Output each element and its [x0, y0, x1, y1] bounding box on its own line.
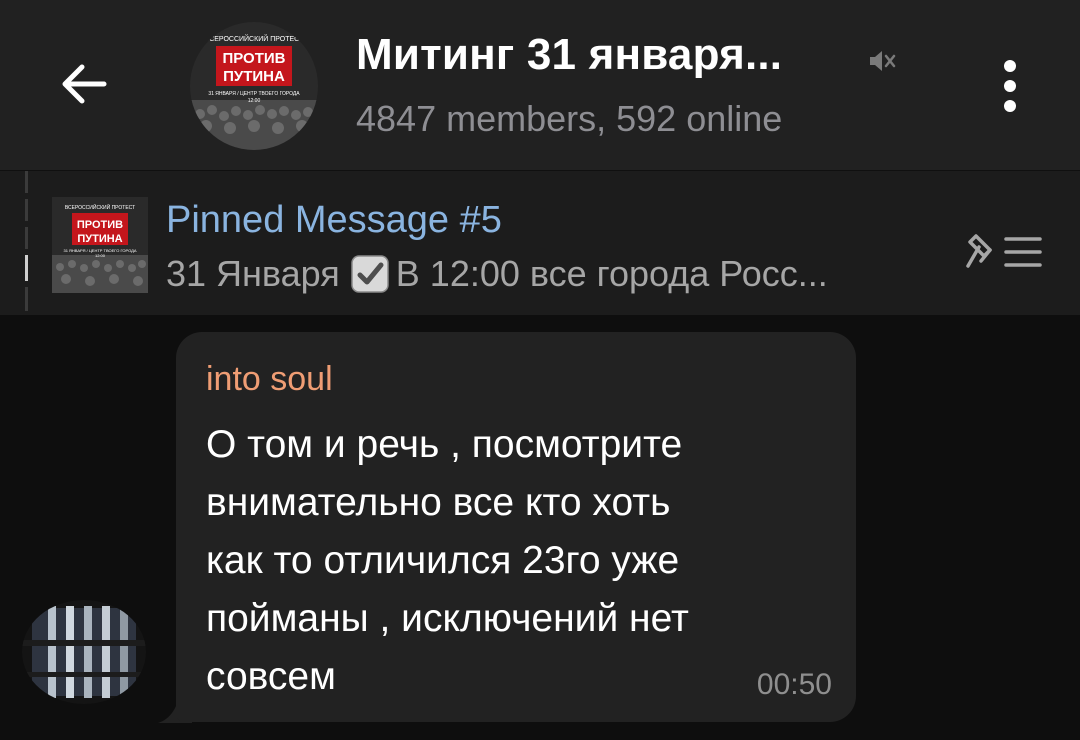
thumb-time: 12:00: [95, 253, 106, 258]
sender-avatar-image: [22, 600, 146, 704]
member-count: 4847 members, 592 online: [356, 98, 783, 139]
thumb-word-2: ПУТИНА: [77, 233, 122, 245]
arrow-left-icon: [62, 64, 107, 104]
thumb-word-1: ПРОТИВ: [77, 219, 123, 231]
pinned-title: Pinned Message #5: [166, 199, 502, 241]
kebab-menu-icon: [1004, 60, 1016, 112]
pinned-indicator: [25, 171, 28, 311]
pinned-message-bar[interactable]: ВСЕРОССИЙСКИЙ ПРОТЕСТ ПРОТИВ ПУТИНА 31 Я…: [0, 170, 1080, 315]
pinned-list-icon: [966, 234, 1042, 268]
protest-poster-image: ВСЕРОССИЙСКИЙ ПРОТЕСТ ПРОТИВ ПУТИНА 31 Я…: [190, 22, 318, 150]
chat-area[interactable]: into soul О том и речь , посмотрите вним…: [0, 315, 1080, 740]
message-sender[interactable]: into soul: [206, 360, 333, 399]
poster-headline: ВСЕРОССИЙСКИЙ ПРОТЕСТ: [205, 34, 304, 43]
chat-title[interactable]: Митинг 31 января...: [356, 30, 782, 80]
poster-subline: 31 ЯНВАРЯ / ЦЕНТР ТВОЕГО ГОРОДА: [208, 91, 300, 97]
back-button[interactable]: [52, 52, 116, 116]
pinned-thumbnail: ВСЕРОССИЙСКИЙ ПРОТЕСТ ПРОТИВ ПУТИНА 31 Я…: [52, 197, 148, 293]
checkbox-checked-icon: [350, 254, 390, 294]
pinned-preview-date: 31 Января: [166, 253, 340, 294]
muted-speaker-icon: [864, 44, 898, 78]
pinned-list-button[interactable]: [962, 223, 1048, 277]
poster-word-2: ПУТИНА: [223, 68, 285, 85]
pinned-preview: 31 Января В 12:00 все города Росс...: [166, 253, 828, 295]
message-time: 00:50: [756, 668, 832, 701]
more-menu-button[interactable]: [988, 48, 1032, 128]
message-text: О том и речь , посмотрите внимательно вс…: [206, 423, 689, 698]
group-avatar[interactable]: ВСЕРОССИЙСКИЙ ПРОТЕСТ ПРОТИВ ПУТИНА 31 Я…: [190, 22, 318, 150]
thumb-headline: ВСЕРОССИЙСКИЙ ПРОТЕСТ: [65, 203, 135, 211]
pinned-preview-text: В 12:00 все города Росс...: [395, 253, 828, 294]
chat-header: ВСЕРОССИЙСКИЙ ПРОТЕСТ ПРОТИВ ПУТИНА 31 Я…: [0, 0, 1080, 170]
poster-time: 12:00: [248, 98, 261, 104]
sender-avatar[interactable]: [22, 600, 146, 704]
message-bubble[interactable]: into soul О том и речь , посмотрите вним…: [176, 332, 856, 722]
poster-word-1: ПРОТИВ: [222, 50, 285, 67]
